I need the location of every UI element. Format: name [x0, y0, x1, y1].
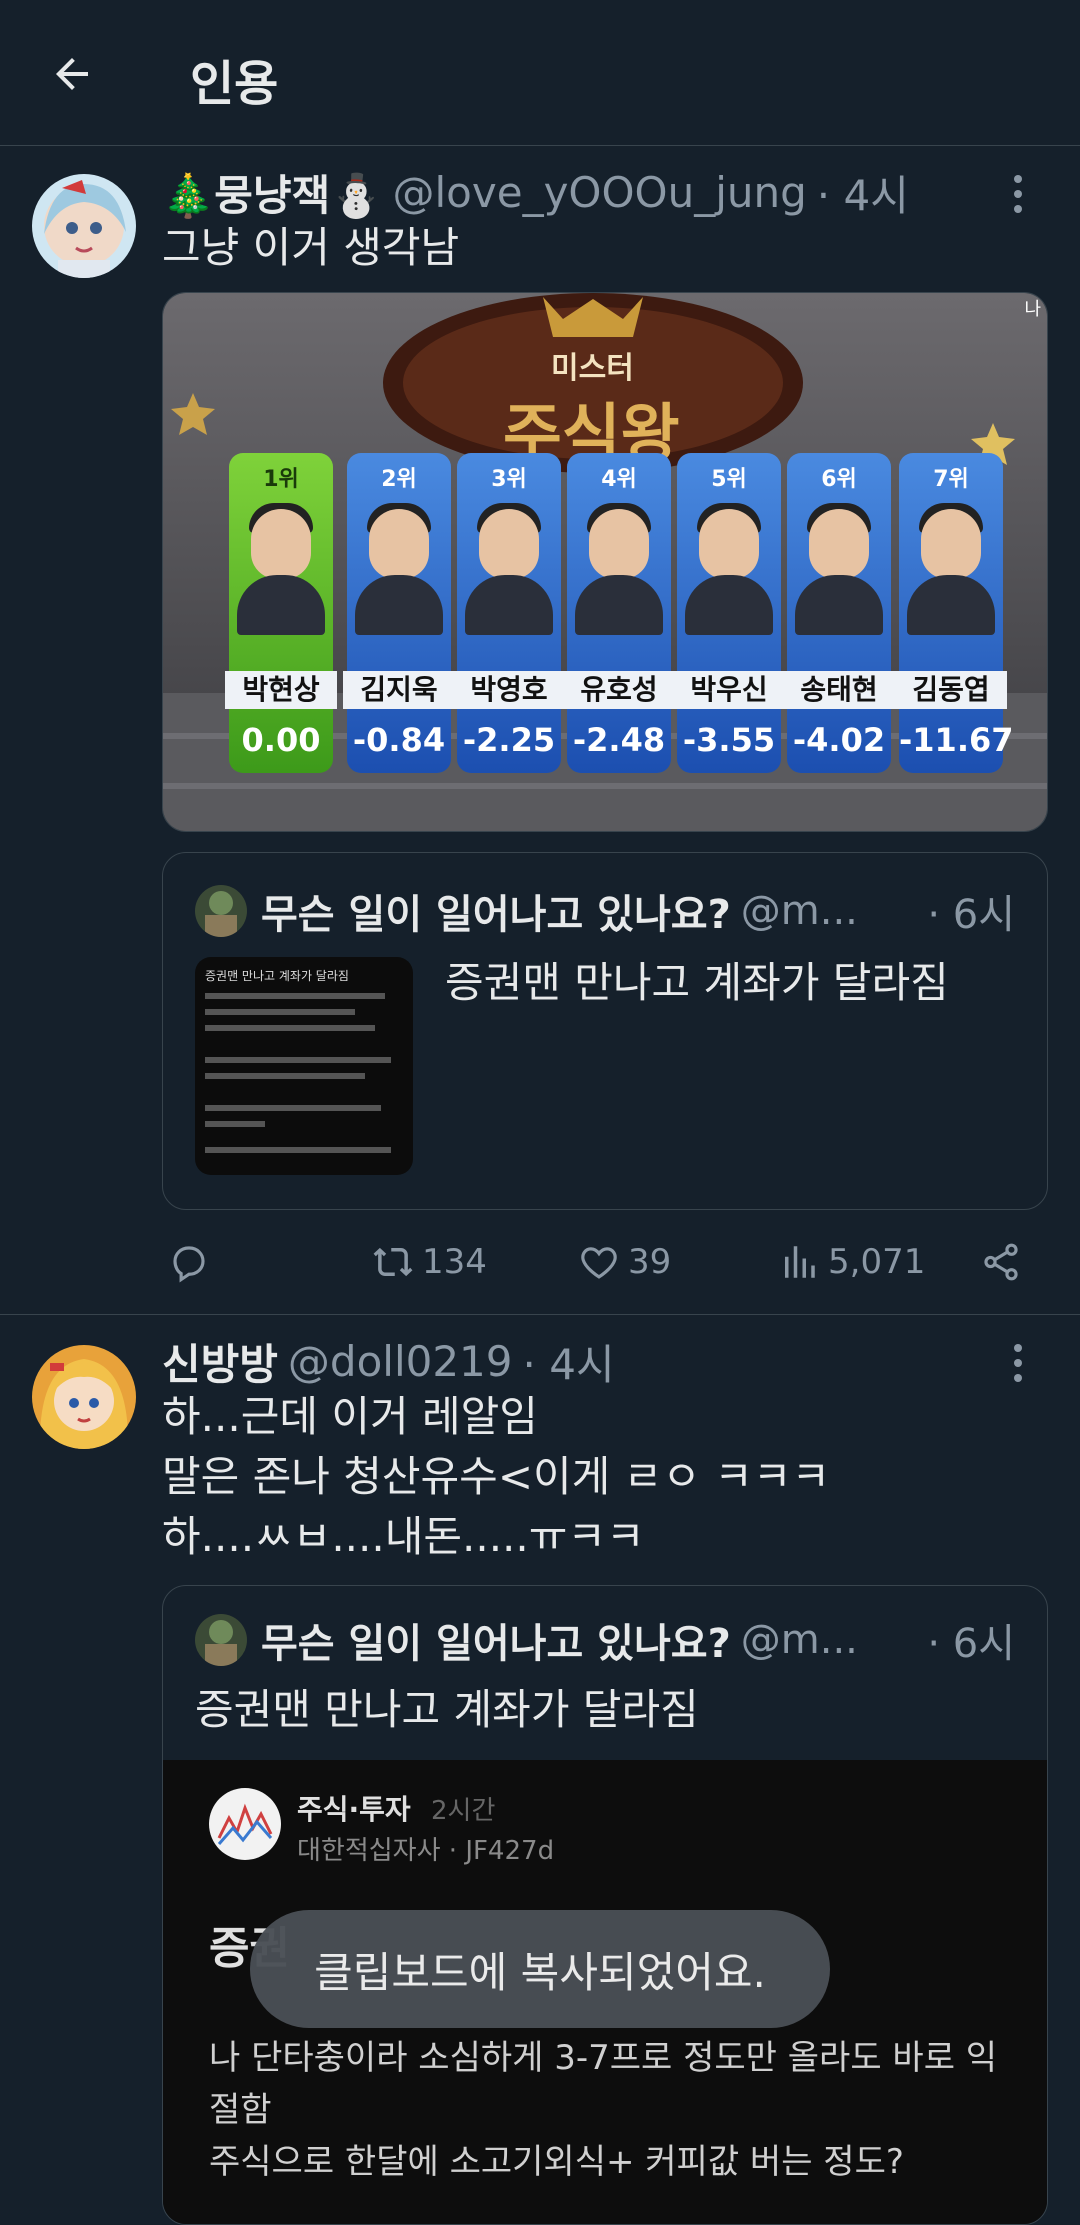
- heart-icon: [581, 1247, 617, 1279]
- page-title: 인용: [190, 56, 279, 112]
- rank-label: 7위: [933, 467, 969, 492]
- tweet-time: · 4시: [522, 1339, 615, 1389]
- board-avatar: [209, 1788, 281, 1860]
- rank-card-6: 6위 송태현 -4.02: [783, 453, 895, 773]
- retweet-button[interactable]: 134: [372, 1241, 487, 1283]
- quoted-text: 증권맨 만나고 계좌가 달라짐: [445, 958, 949, 1007]
- rank-label: 5위: [711, 467, 747, 492]
- person-name: 유호성: [563, 671, 675, 709]
- quoted-author-name: 무슨 일이 일어나고 있나요?: [261, 1621, 731, 1667]
- person-name: 김지욱: [343, 671, 455, 709]
- tweet-text: 그냥 이거 생각남: [162, 223, 460, 272]
- quoted-author-handle: @m...: [740, 888, 858, 934]
- return-value: -3.55: [682, 721, 776, 759]
- like-button[interactable]: 39: [578, 1241, 671, 1283]
- post-body-line-2: 절함: [209, 2090, 272, 2130]
- tweet-2[interactable]: 신방방 @doll0219 · 4시 하...근데 이거 레알임 말은 존나 청…: [0, 1315, 1080, 2225]
- rank-label: 2위: [381, 467, 417, 492]
- views-button[interactable]: 5,071: [778, 1241, 925, 1283]
- return-value: -2.48: [572, 721, 666, 759]
- author-name[interactable]: 🎄뭉냥잭⛄: [162, 162, 383, 223]
- return-value: -11.67: [899, 721, 1014, 759]
- avatar[interactable]: [32, 1345, 136, 1449]
- like-count: 39: [628, 1242, 672, 1282]
- return-value: -0.84: [352, 721, 446, 759]
- author-name[interactable]: 신방방: [162, 1331, 278, 1392]
- watermark-corner: 나​: [1024, 299, 1041, 320]
- person-name: 박우신: [673, 671, 785, 709]
- person-name: 박영호: [453, 671, 565, 709]
- company-line: 대한적십자사 · JF427d: [297, 1836, 555, 1866]
- quoted-thumbnail: 증권맨 만나고 계좌가 달라짐: [195, 957, 413, 1175]
- thumbnail-title: 증권맨 만나고 계좌가 달라짐: [205, 969, 349, 983]
- rank-card-4: 4위 유호성 -2.48: [563, 453, 675, 773]
- avatar[interactable]: [32, 174, 136, 278]
- reply-button[interactable]: [168, 1241, 210, 1283]
- post-body-line-3: 주식으로 한달에 소고기외식+ 커피값 버는 정도?: [209, 2142, 904, 2182]
- return-value: -4.02: [792, 721, 886, 759]
- tweet-actions: 134 39 5,071: [162, 1232, 1042, 1292]
- quoted-author-handle: @m...: [740, 1617, 858, 1663]
- tweet-1[interactable]: 🎄뭉냥잭⛄ @love_yOOOu_jung · 4시 그냥 이거 생각남 미스…: [0, 146, 1080, 1314]
- views-icon: [785, 1246, 815, 1278]
- quoted-tweet[interactable]: 무슨 일이 일어나고 있나요? @m... · 6시 증권맨 만나고 계좌가 달…: [162, 852, 1048, 1210]
- rank-label: 3위: [491, 467, 527, 492]
- views-count: 5,071: [828, 1242, 926, 1282]
- quoted-author-name: 무슨 일이 일어나고 있나요?: [261, 892, 731, 938]
- board-name: 주식·투자: [297, 1793, 411, 1826]
- person-name: 박현상: [225, 671, 337, 709]
- retweet-icon: [373, 1247, 413, 1277]
- tweet-text-line-1: 하...근데 이거 레알임: [162, 1392, 538, 1441]
- rank-card-7: 7위 김동엽 -11.67: [895, 453, 1014, 773]
- share-button[interactable]: [980, 1241, 1022, 1283]
- return-value: -2.25: [462, 721, 556, 759]
- quoted-avatar: [195, 1614, 247, 1666]
- quoted-author-line: 무슨 일이 일어나고 있나요? @m... · 6시: [195, 883, 1015, 939]
- rank-card-1: 1위 박현상 0.00: [225, 453, 337, 773]
- rank-label: 6위: [821, 467, 857, 492]
- more-options-icon[interactable]: [998, 1343, 1038, 1383]
- person-name: 김동엽: [895, 671, 1007, 709]
- reply-icon: [173, 1246, 205, 1283]
- author-handle[interactable]: @doll0219: [288, 1337, 513, 1386]
- return-value: 0.00: [241, 721, 321, 759]
- quoted-author-line: 무슨 일이 일어나고 있나요? @m... · 6시: [195, 1612, 1015, 1668]
- rank-card-2: 2위 김지욱 -0.84: [343, 453, 455, 773]
- copied-toast: 클립보드에 복사되었어요.: [250, 1910, 830, 2028]
- rank-label: 1위: [263, 467, 299, 492]
- author-line: 🎄뭉냥잭⛄ @love_yOOOu_jung · 4시: [162, 162, 909, 222]
- tweet-text-line-3: 하....ㅆㅂ....내돈.....ㅠㅋㅋ: [162, 1512, 645, 1561]
- person-name: 송태현: [783, 671, 895, 709]
- more-options-icon[interactable]: [998, 174, 1038, 214]
- quoted-text: 증권맨 만나고 계좌가 달라짐: [195, 1685, 699, 1734]
- quoted-time: · 6시: [927, 892, 1015, 938]
- share-icon: [984, 1243, 1018, 1281]
- retweet-count: 134: [422, 1242, 487, 1282]
- quoted-avatar: [195, 885, 247, 937]
- board-time: 2시간: [431, 1796, 496, 1826]
- post-body-line-1: 나 단타충이라 소심하게 3-7프로 정도만 올라도 바로 익: [209, 2038, 998, 2078]
- rank-card-5: 5위 박우신 -3.55: [673, 453, 785, 773]
- rank-label: 4위: [601, 467, 637, 492]
- tweet-text-line-2: 말은 존나 청산유수<이게 ㄹㅇ ㅋㅋㅋ: [162, 1452, 831, 1501]
- tweet-time: · 4시: [816, 170, 909, 220]
- rank-card-3: 3위 박영호 -2.25: [453, 453, 565, 773]
- quoted-tweet[interactable]: 무슨 일이 일어나고 있나요? @m... · 6시 증권맨 만나고 계좌가 달…: [162, 1585, 1048, 2225]
- top-app-bar: 인용: [0, 0, 1080, 146]
- show-title-small: 미스터: [551, 351, 634, 386]
- tweet-image[interactable]: 미스터 주식왕 나​ 1위 박현상 0.00 2위 김지욱 -0.84 3위 박…: [162, 292, 1048, 832]
- author-handle[interactable]: @love_yOOOu_jung: [393, 168, 807, 217]
- back-arrow-icon[interactable]: [42, 44, 102, 104]
- quoted-time: · 6시: [927, 1621, 1015, 1667]
- author-line: 신방방 @doll0219 · 4시: [162, 1331, 615, 1391]
